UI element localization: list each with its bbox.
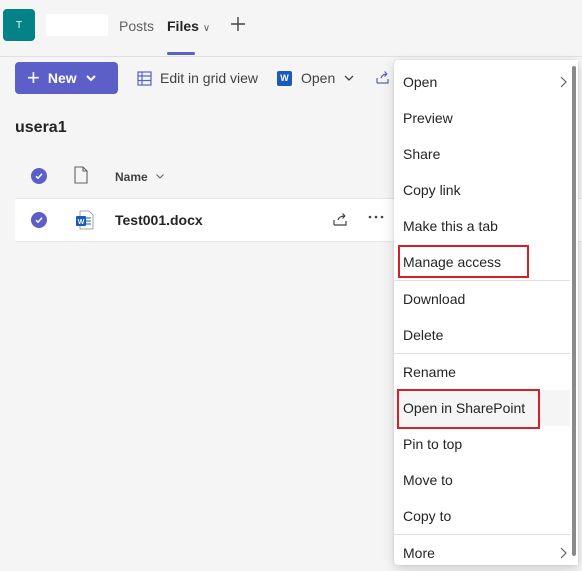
menu-item-download[interactable]: Download	[394, 281, 570, 317]
word-icon: W	[277, 70, 292, 86]
chevron-right-icon	[560, 76, 567, 88]
highlight-box-manage-access	[398, 245, 529, 278]
open-button[interactable]: W Open	[277, 70, 355, 86]
svg-text:W: W	[78, 219, 85, 226]
row-share-button[interactable]	[332, 211, 348, 232]
chevron-down-icon: ∨	[202, 23, 211, 34]
menu-item-label: Preview	[403, 110, 453, 126]
channel-header: T Posts Files ∨	[0, 0, 582, 57]
menu-item-label: Copy link	[403, 182, 461, 198]
menu-item-delete[interactable]: Delete	[394, 317, 570, 353]
edit-in-grid-view-label: Edit in grid view	[160, 70, 259, 86]
more-horizontal-icon	[368, 215, 384, 219]
column-header-name-label: Name	[115, 170, 148, 184]
menu-item-share[interactable]: Share	[394, 136, 570, 172]
menu-item-pin-to-top[interactable]: Pin to top	[394, 426, 570, 462]
menu-item-label: Copy to	[403, 508, 452, 524]
menu-scrollbar-thumb[interactable]	[572, 66, 576, 556]
row-checkbox[interactable]	[31, 212, 47, 228]
checkmark-icon	[35, 217, 43, 224]
menu-item-label: Move to	[403, 472, 453, 488]
select-all-checkbox[interactable]	[31, 168, 47, 184]
menu-item-make-this-a-tab[interactable]: Make this a tab	[394, 208, 570, 244]
word-document-icon: W	[76, 210, 94, 230]
menu-item-label: Rename	[403, 364, 456, 380]
context-menu: Open Preview Share Copy link Make this a…	[394, 60, 578, 565]
menu-item-preview[interactable]: Preview	[394, 100, 570, 136]
library-title: usera1	[15, 119, 67, 136]
file-name[interactable]: Test001.docx	[115, 212, 203, 228]
menu-item-rename[interactable]: Rename	[394, 354, 570, 390]
highlight-box-open-in-sharepoint	[397, 389, 540, 429]
file-type-icon	[74, 166, 88, 184]
grid-icon	[137, 70, 152, 86]
team-avatar[interactable]: T	[3, 9, 35, 41]
menu-item-label: Pin to top	[403, 436, 463, 452]
tab-files-label: Files	[167, 18, 199, 34]
plus-icon: +	[27, 65, 40, 90]
chevron-right-icon	[560, 547, 567, 559]
more-options-button[interactable]	[367, 207, 385, 232]
chevron-down-icon	[156, 174, 164, 179]
menu-item-label: Delete	[403, 327, 444, 343]
menu-item-label: More	[403, 545, 435, 561]
column-header-name[interactable]: Name	[115, 170, 165, 184]
team-avatar-initial: T	[15, 19, 23, 31]
new-button-label: New	[47, 70, 77, 86]
tab-posts[interactable]: Posts	[119, 18, 154, 34]
open-button-label: Open	[301, 70, 336, 86]
checkmark-icon	[35, 173, 43, 180]
menu-item-label: Download	[403, 291, 466, 307]
new-button[interactable]: + New	[15, 62, 118, 94]
menu-item-label: Share	[403, 146, 441, 162]
edit-in-grid-view-button[interactable]: Edit in grid view	[137, 70, 258, 86]
menu-item-label: Open	[403, 74, 438, 90]
share-icon	[376, 71, 389, 84]
share-button[interactable]	[375, 70, 390, 85]
redacted-channel-name	[46, 14, 108, 36]
tab-files[interactable]: Files ∨	[167, 18, 210, 34]
plus-icon	[231, 17, 245, 31]
chevron-down-icon	[85, 75, 96, 82]
chevron-down-icon	[344, 75, 354, 81]
menu-item-copy-link[interactable]: Copy link	[394, 172, 570, 208]
menu-item-label: Make this a tab	[403, 218, 498, 234]
active-tab-indicator	[167, 52, 195, 55]
share-icon	[333, 213, 347, 226]
add-tab-button[interactable]	[228, 14, 248, 34]
menu-item-more[interactable]: More	[394, 535, 570, 571]
menu-item-move-to[interactable]: Move to	[394, 462, 570, 498]
menu-item-copy-to[interactable]: Copy to	[394, 498, 570, 534]
menu-item-open[interactable]: Open	[394, 64, 570, 100]
